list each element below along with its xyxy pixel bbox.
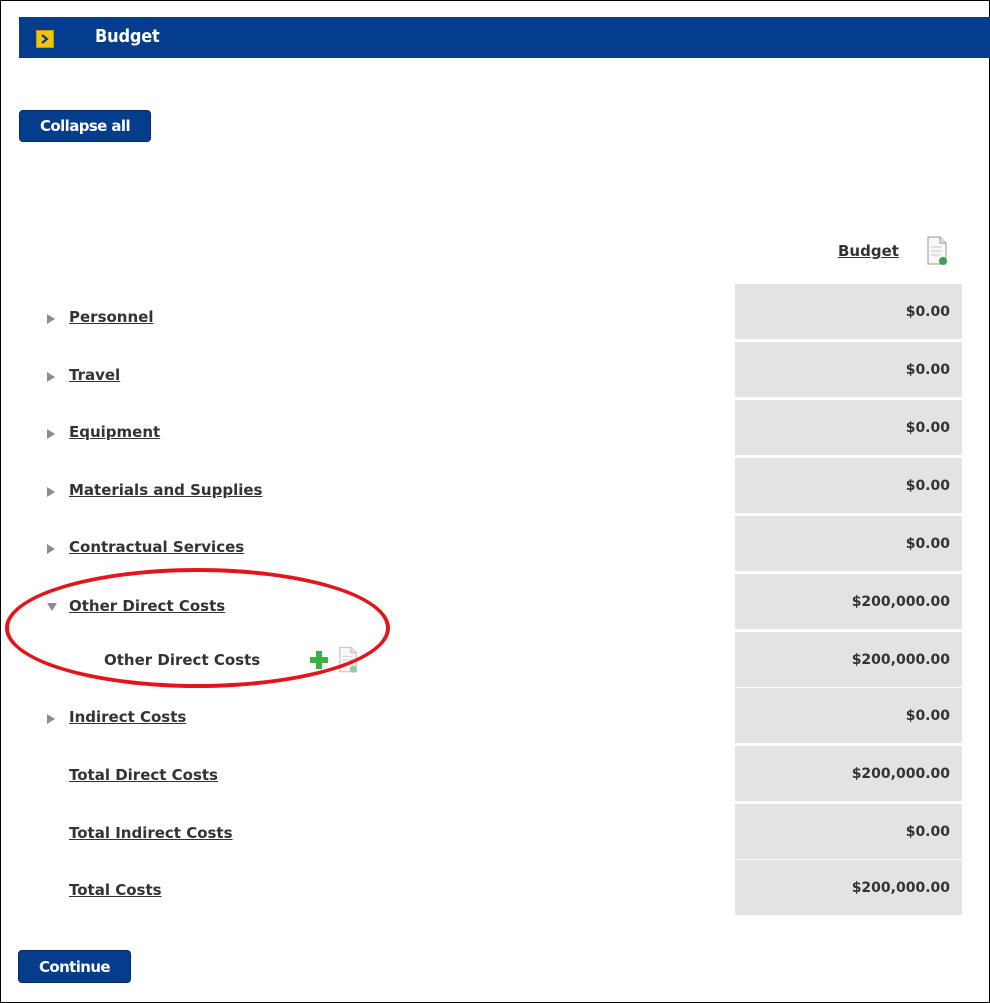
- document-add-icon[interactable]: [338, 646, 358, 678]
- row-label-total-indirect-costs[interactable]: Total Indirect Costs: [69, 824, 233, 842]
- expand-indirect-costs-icon[interactable]: [47, 714, 55, 724]
- value-cell-contractual-services: $0.00: [735, 516, 962, 571]
- row-label-travel[interactable]: Travel: [69, 366, 120, 384]
- value-cell-other-direct-costs: $200,000.00: [735, 574, 962, 629]
- value-cell-total-direct-costs: $200,000.00: [735, 746, 962, 801]
- row-label-total-direct-costs[interactable]: Total Direct Costs: [69, 766, 218, 784]
- value-cell-other-direct-costs-child: $200,000.00: [735, 632, 962, 687]
- expand-equipment-icon[interactable]: [47, 429, 55, 439]
- row-label-indirect-costs[interactable]: Indirect Costs: [69, 708, 186, 726]
- row-label-personnel[interactable]: Personnel: [69, 308, 153, 326]
- add-item-icon[interactable]: [308, 649, 330, 675]
- section-title: Budget: [95, 26, 160, 47]
- expand-contractual-icon[interactable]: [47, 544, 55, 554]
- collapse-other-direct-costs-icon[interactable]: [47, 603, 57, 611]
- row-label-total-costs[interactable]: Total Costs: [69, 881, 162, 899]
- value-cell-travel: $0.00: [735, 342, 962, 397]
- row-label-materials-and-supplies[interactable]: Materials and Supplies: [69, 481, 262, 499]
- collapse-all-button[interactable]: Collapse all: [19, 110, 151, 142]
- section-header: Budget: [19, 17, 990, 58]
- row-label-equipment[interactable]: Equipment: [69, 423, 160, 441]
- value-cell-equipment: $0.00: [735, 400, 962, 455]
- row-actions: [308, 646, 358, 678]
- value-cell-total-costs: $200,000.00: [735, 860, 962, 915]
- expand-travel-icon[interactable]: [47, 372, 55, 382]
- expand-personnel-icon[interactable]: [47, 314, 55, 324]
- continue-button[interactable]: Continue: [18, 950, 131, 983]
- value-cell-total-indirect-costs: $0.00: [735, 804, 962, 859]
- row-label-contractual-services[interactable]: Contractual Services: [69, 538, 244, 556]
- value-cell-indirect-costs: $0.00: [735, 688, 962, 743]
- row-label-other-direct-costs[interactable]: Other Direct Costs: [69, 597, 225, 615]
- row-label-other-direct-costs-child: Other Direct Costs: [104, 651, 261, 669]
- document-add-icon[interactable]: [926, 236, 948, 270]
- value-cell-materials-and-supplies: $0.00: [735, 458, 962, 513]
- expand-materials-icon[interactable]: [47, 487, 55, 497]
- budget-column-header[interactable]: Budget: [838, 242, 899, 260]
- chevron-right-icon[interactable]: [36, 30, 54, 48]
- value-cell-personnel: $0.00: [735, 284, 962, 339]
